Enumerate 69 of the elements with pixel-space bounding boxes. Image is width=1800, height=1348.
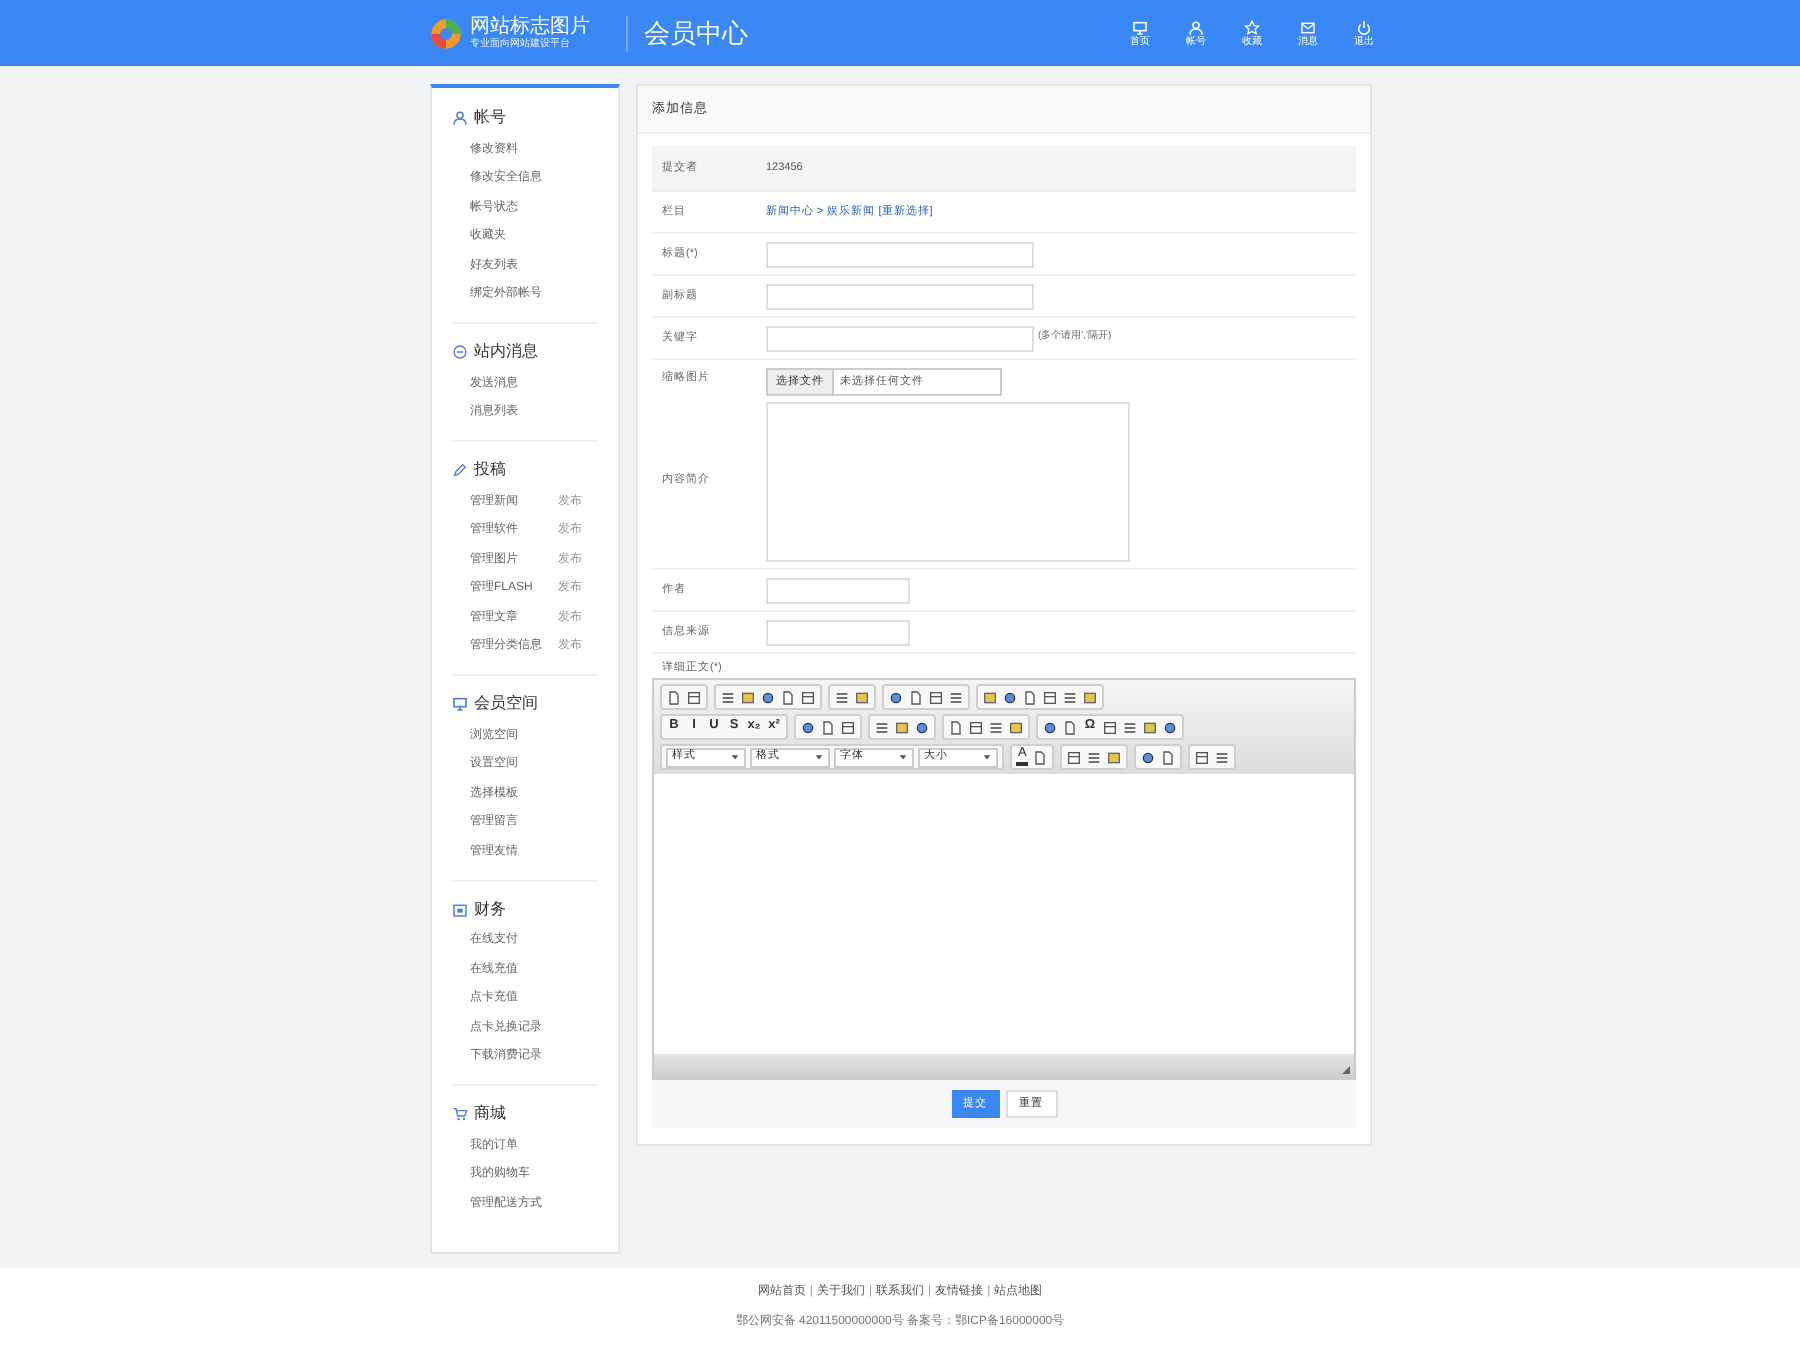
page-icon [820,719,836,735]
circle-icon [914,719,930,735]
circle-icon [1042,719,1058,735]
lines-icon [1122,719,1138,735]
frame-icon [968,719,984,735]
frame-icon [1042,689,1058,705]
picture-frame-icon [854,689,870,705]
wallet-icon [452,901,468,917]
lines-icon [720,689,736,705]
lines-icon [988,719,1004,735]
page-icon [1022,689,1038,705]
lines-icon [1062,689,1078,705]
star-icon [1244,19,1260,35]
caret-icon [982,752,992,762]
caret-icon [898,752,908,762]
frame-icon [1066,749,1083,765]
page-icon [908,689,924,705]
picture-frame-icon [1142,719,1158,735]
lines-icon [1214,749,1231,765]
picture-frame-icon [1106,749,1123,765]
section-title: 站内消息 [474,340,538,364]
circle-icon [1140,749,1157,765]
person-icon [1188,19,1204,35]
circle-icon [1162,719,1178,735]
frame-icon [686,689,702,705]
text-field[interactable] [766,241,1034,267]
picture-frame-icon [894,719,910,735]
section-title: 财务 [474,897,506,921]
logo-icon [430,17,462,49]
page-icon [780,689,796,705]
section-title: 投稿 [474,458,506,482]
lines-icon [948,689,964,705]
section-title: 商城 [474,1102,506,1126]
circle-icon [888,689,904,705]
monitor-icon [452,696,468,712]
logo-text: 网站标志图片 [470,17,590,37]
power-icon [1356,19,1372,35]
picture-frame-icon [1082,689,1098,705]
circle-icon [760,689,776,705]
text-field[interactable] [766,577,910,603]
caret-icon [814,752,824,762]
resize-handle-icon [1340,1064,1352,1076]
monitor-icon [1132,19,1148,35]
frame-icon [800,689,816,705]
frame-icon [1194,749,1211,765]
mail-icon [1300,19,1316,35]
person-icon [452,110,468,126]
text-field[interactable] [766,619,910,645]
page-icon [666,689,682,705]
lines-icon [1086,749,1103,765]
picture-frame-icon [740,689,756,705]
textarea-field[interactable] [766,401,1130,561]
frame-icon [1102,719,1118,735]
text-field[interactable] [766,283,1034,309]
pencil-icon [452,462,468,478]
lines-icon [874,719,890,735]
text-field[interactable] [766,325,1034,351]
caret-icon [730,752,740,762]
section-title: 会员空间 [474,692,538,716]
cart-icon [452,1106,468,1122]
frame-icon [928,689,944,705]
circle-icon [1002,689,1018,705]
page-icon [1160,749,1177,765]
lines-icon [834,689,850,705]
circle-icon [800,719,816,735]
section-title: 帐号 [474,106,506,130]
page-title: 会员中心 [644,17,748,47]
frame-icon [840,719,856,735]
page-icon [948,719,964,735]
